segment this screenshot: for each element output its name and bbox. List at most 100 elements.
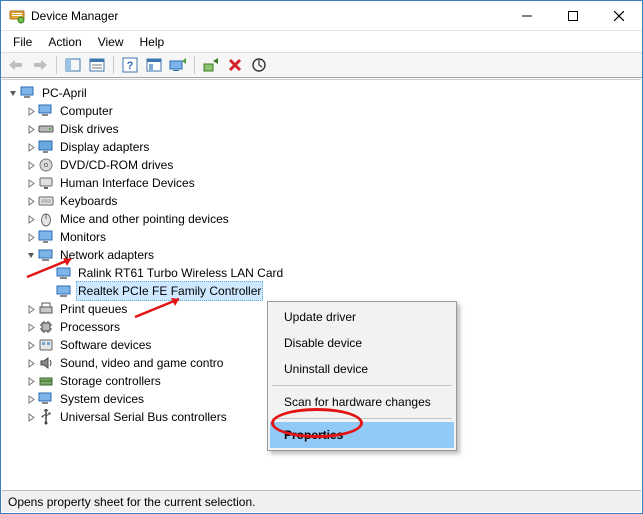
svg-text:?: ? [127,60,134,72]
tree-label: PC-April [40,84,89,102]
tree-label: Human Interface Devices [58,174,197,192]
expand-icon[interactable] [24,122,38,136]
tree-label: Monitors [58,228,108,246]
expand-icon[interactable] [24,410,38,424]
dvd-icon [38,157,54,173]
expand-icon[interactable] [24,374,38,388]
keyboard-icon [38,193,54,209]
tree-label: Disk drives [58,120,121,138]
context-separator [272,385,452,386]
computer-icon [20,85,36,101]
menu-file[interactable]: File [5,33,40,51]
expand-icon[interactable] [24,230,38,244]
toolbar: ? [1,52,642,78]
menu-action[interactable]: Action [40,33,89,51]
expand-icon[interactable] [24,194,38,208]
app-icon [9,8,25,24]
tree-category[interactable]: Computer [2,102,641,120]
monitor-icon [38,229,54,245]
tree-category[interactable]: Mice and other pointing devices [2,210,641,228]
update-driver-button[interactable] [167,54,189,76]
printqueue-icon [38,301,54,317]
computer-icon [38,103,54,119]
tree-label: System devices [58,390,146,408]
tree-label: Software devices [58,336,153,354]
expand-icon[interactable] [24,212,38,226]
collapse-icon[interactable] [6,86,20,100]
tree-label: Network adapters [58,246,156,264]
context-properties-label: Properties [284,428,343,442]
maximize-button[interactable] [550,1,596,31]
tree-category[interactable]: Monitors [2,228,641,246]
forward-button[interactable] [29,54,51,76]
tree-category[interactable]: Display adapters [2,138,641,156]
tree-label: DVD/CD-ROM drives [58,156,175,174]
tree-device-selected[interactable]: Realtek PCIe FE Family Controller [2,282,641,300]
tree-category[interactable]: Disk drives [2,120,641,138]
context-disable-device[interactable]: Disable device [270,330,454,356]
context-scan-hardware[interactable]: Scan for hardware changes [270,389,454,415]
mouse-icon [38,211,54,227]
tree-category-network[interactable]: Network adapters [2,246,641,264]
usb-icon [38,409,54,425]
tree-label: Universal Serial Bus controllers [58,408,229,426]
scan-changes-button[interactable] [248,54,270,76]
tree-label: Ralink RT61 Turbo Wireless LAN Card [76,264,285,282]
expand-icon[interactable] [24,320,38,334]
storage-icon [38,373,54,389]
tree-label: Keyboards [58,192,119,210]
expand-icon[interactable] [24,140,38,154]
close-button[interactable] [596,1,642,31]
context-separator [272,418,452,419]
tree-label: Processors [58,318,122,336]
show-hide-tree-button[interactable] [62,54,84,76]
toolbar-separator [56,56,57,74]
expand-icon[interactable] [24,158,38,172]
context-update-driver[interactable]: Update driver [270,304,454,330]
expand-icon[interactable] [24,356,38,370]
window-title: Device Manager [31,9,504,23]
status-text: Opens property sheet for the current sel… [8,495,255,509]
context-menu: Update driver Disable device Uninstall d… [267,301,457,451]
expand-icon[interactable] [24,338,38,352]
uninstall-button[interactable] [224,54,246,76]
toolbar-separator [194,56,195,74]
processor-icon [38,319,54,335]
tree-label: Sound, video and game contro [58,354,225,372]
network-icon [38,247,54,263]
scan-hardware-button[interactable] [143,54,165,76]
back-button[interactable] [5,54,27,76]
system-icon [38,391,54,407]
spacer [42,284,56,298]
display-icon [38,139,54,155]
tree-label: Print queues [58,300,129,318]
collapse-icon[interactable] [24,248,38,262]
tree-root[interactable]: PC-April [2,84,641,102]
tree-category[interactable]: DVD/CD-ROM drives [2,156,641,174]
tree-device[interactable]: Ralink RT61 Turbo Wireless LAN Card [2,264,641,282]
tree-label: Computer [58,102,115,120]
help-button[interactable]: ? [119,54,141,76]
context-uninstall-device[interactable]: Uninstall device [270,356,454,382]
menu-view[interactable]: View [90,33,132,51]
software-icon [38,337,54,353]
tree-category[interactable]: Human Interface Devices [2,174,641,192]
expand-icon[interactable] [24,392,38,406]
network-icon [56,283,72,299]
menu-help[interactable]: Help [132,33,173,51]
tree-category[interactable]: Keyboards [2,192,641,210]
context-properties[interactable]: Properties [270,422,454,448]
minimize-button[interactable] [504,1,550,31]
properties-button[interactable] [86,54,108,76]
toolbar-separator [113,56,114,74]
sound-icon [38,355,54,371]
tree-label: Realtek PCIe FE Family Controller [76,281,263,301]
enable-button[interactable] [200,54,222,76]
expand-icon[interactable] [24,302,38,316]
tree-label: Mice and other pointing devices [58,210,231,228]
expand-icon[interactable] [24,176,38,190]
hid-icon [38,175,54,191]
disk-icon [38,121,54,137]
expand-icon[interactable] [24,104,38,118]
spacer [42,266,56,280]
